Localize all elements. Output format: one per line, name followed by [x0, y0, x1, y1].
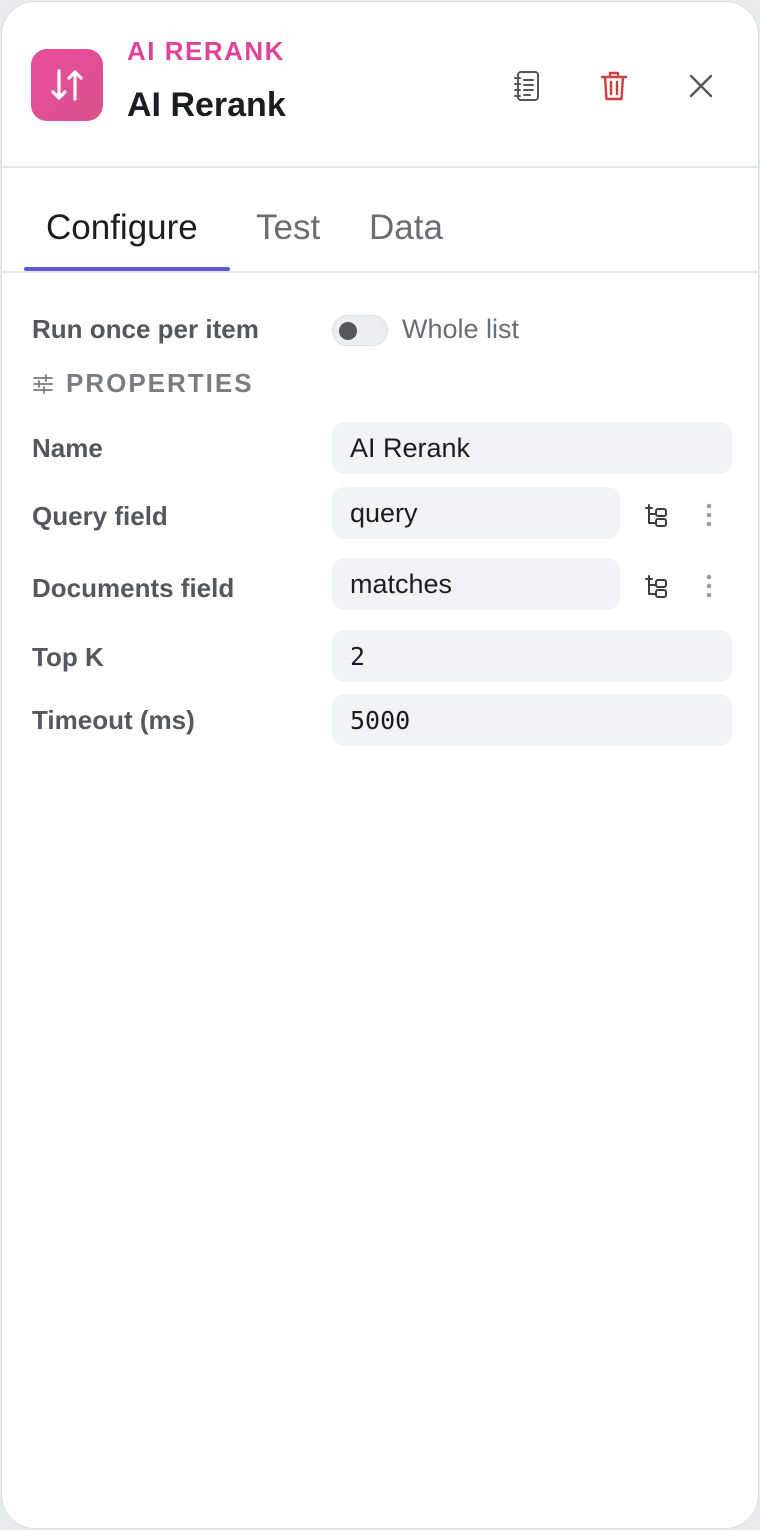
- node-type-badge: [31, 49, 103, 121]
- query-field-input[interactable]: query: [332, 487, 620, 539]
- query-field-picker-button[interactable]: [640, 498, 674, 532]
- field-tree-icon: [645, 575, 667, 598]
- notebook-icon: [514, 71, 539, 101]
- run-mode-toggle[interactable]: [332, 315, 388, 346]
- name-input[interactable]: AI Rerank: [332, 422, 732, 474]
- up-down-arrows-icon: [51, 69, 83, 101]
- node-title: AI Rerank: [127, 86, 286, 124]
- name-label: Name: [32, 433, 103, 463]
- close-button[interactable]: [681, 66, 721, 106]
- toggle-knob: [339, 322, 357, 340]
- field-tree-icon: [645, 504, 667, 527]
- panel-header: AI RERANK AI Rerank: [2, 2, 758, 168]
- more-vertical-icon: [706, 574, 712, 598]
- node-type-label: AI RERANK: [127, 36, 285, 66]
- trash-icon: [600, 71, 628, 101]
- documents-field-picker-button[interactable]: [640, 569, 674, 603]
- active-tab-indicator: [24, 267, 230, 271]
- query-field-more-button[interactable]: [694, 498, 724, 532]
- delete-button[interactable]: [594, 66, 634, 106]
- documents-field-input[interactable]: matches: [332, 558, 620, 610]
- run-mode-label: Run once per item: [32, 314, 259, 344]
- timeout-input[interactable]: 5000: [332, 694, 732, 746]
- properties-section-title: PROPERTIES: [66, 368, 254, 398]
- sliders-icon: [33, 373, 53, 394]
- tab-data[interactable]: Data: [369, 208, 443, 248]
- tab-test[interactable]: Test: [256, 208, 320, 248]
- properties-section-header: PROPERTIES: [32, 368, 254, 399]
- top-k-input[interactable]: 2: [332, 630, 732, 682]
- run-mode-toggle-text: Whole list: [402, 314, 520, 344]
- tab-configure[interactable]: Configure: [46, 208, 198, 248]
- documents-field-more-button[interactable]: [694, 569, 724, 603]
- documents-field-label: Documents field: [32, 573, 235, 603]
- top-k-label: Top K: [32, 642, 104, 672]
- more-vertical-icon: [706, 503, 712, 527]
- timeout-label: Timeout (ms): [32, 705, 195, 735]
- query-field-label: Query field: [32, 501, 168, 531]
- node-config-panel: AI RERANK AI Rerank Configure Test Data …: [1, 1, 759, 1529]
- docs-button[interactable]: [507, 66, 547, 106]
- tab-bar: Configure Test Data: [2, 170, 758, 273]
- close-icon: [689, 74, 713, 98]
